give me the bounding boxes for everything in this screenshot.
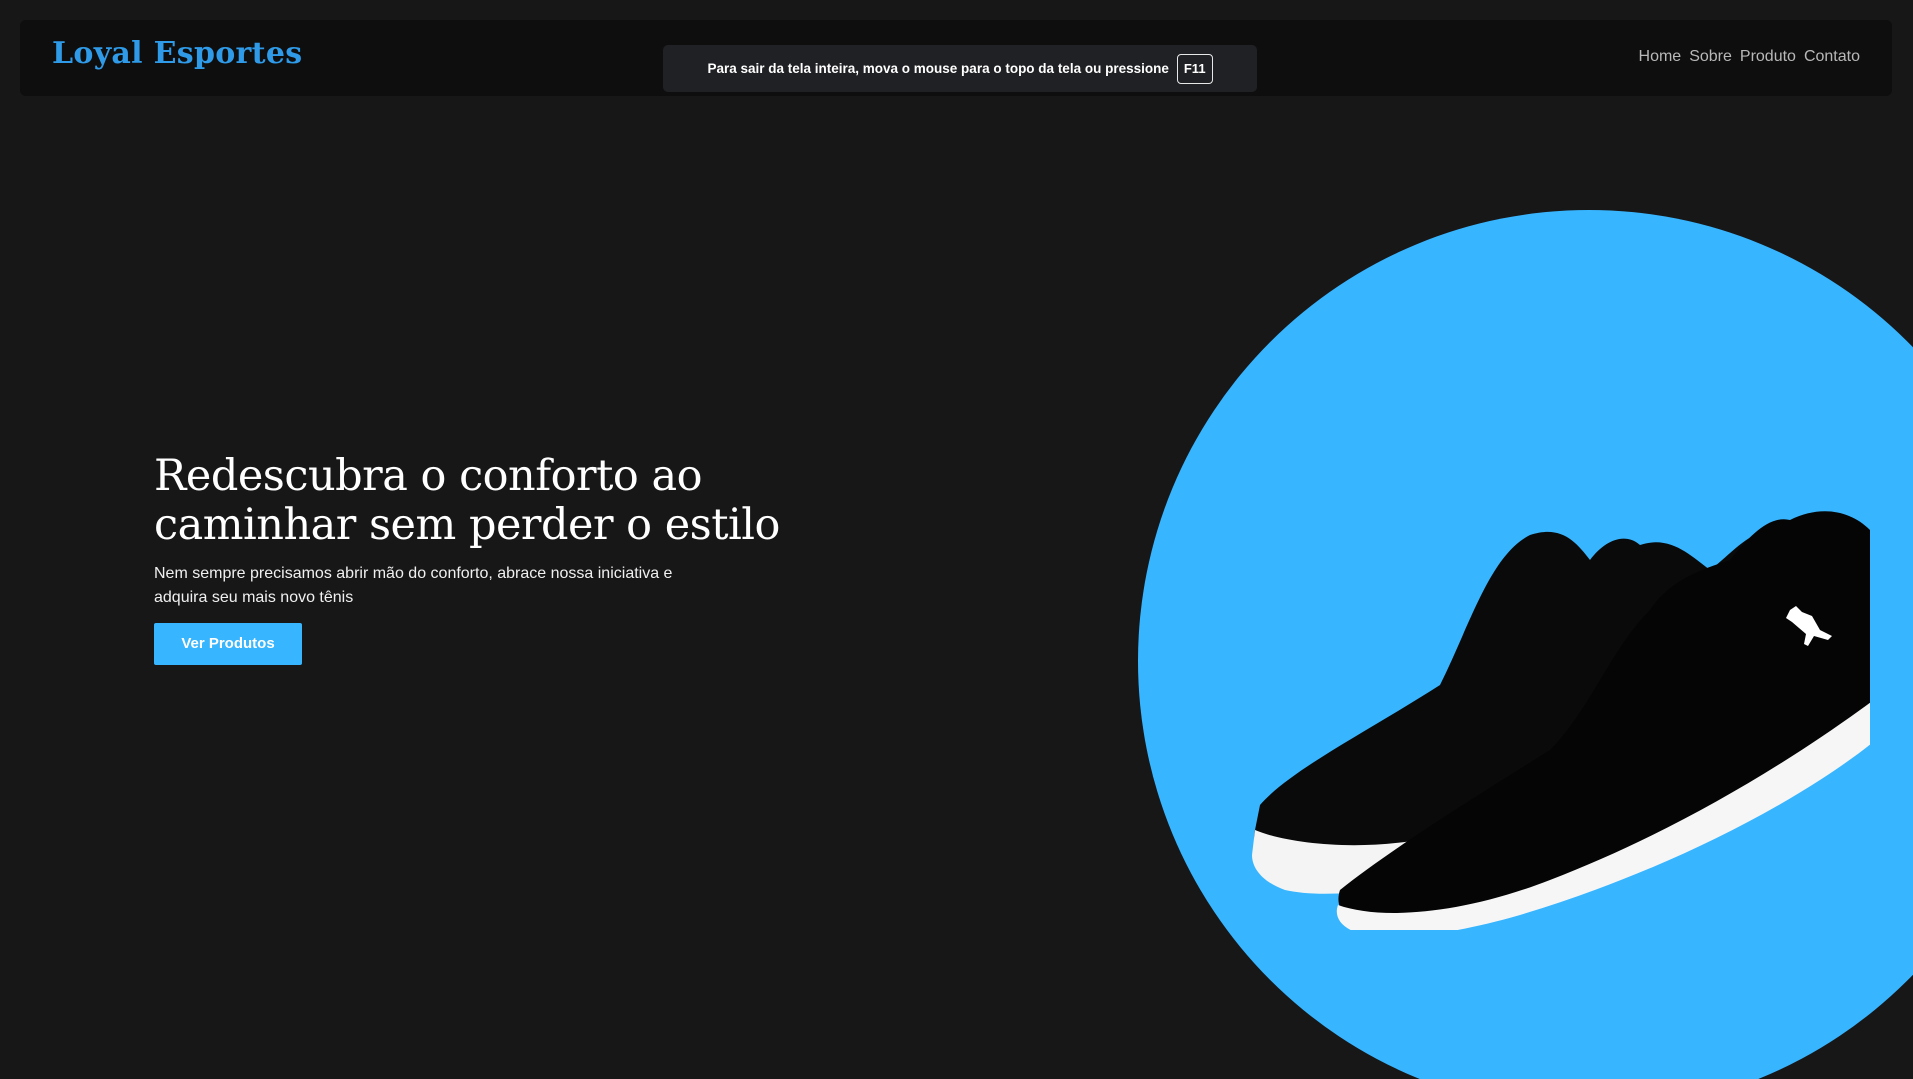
hero-title: Redescubra o conforto ao caminhar sem pe… [154, 451, 780, 550]
brand-logo[interactable]: Loyal Esportes [52, 36, 302, 71]
fullscreen-exit-notice: Para sair da tela inteira, mova o mouse … [663, 45, 1257, 92]
hero-section: Redescubra o conforto ao caminhar sem pe… [154, 452, 854, 665]
view-products-button[interactable]: Ver Produtos [154, 623, 302, 665]
nav-link-produto[interactable]: Produto [1740, 48, 1796, 66]
nav-links: Home Sobre Produto Contato [1639, 48, 1860, 66]
sneakers-image [1252, 511, 1870, 930]
fullscreen-notice-text: Para sair da tela inteira, mova o mouse … [707, 61, 1169, 76]
nav-link-sobre[interactable]: Sobre [1689, 48, 1732, 66]
nav-link-home[interactable]: Home [1639, 48, 1682, 66]
hero-description: Nem sempre precisamos abrir mão do confo… [154, 565, 673, 606]
landing-page: Loyal Esportes Home Sobre Produto Contat… [0, 0, 1913, 1079]
nav-link-contato[interactable]: Contato [1804, 48, 1860, 66]
f11-key-badge: F11 [1176, 53, 1213, 84]
